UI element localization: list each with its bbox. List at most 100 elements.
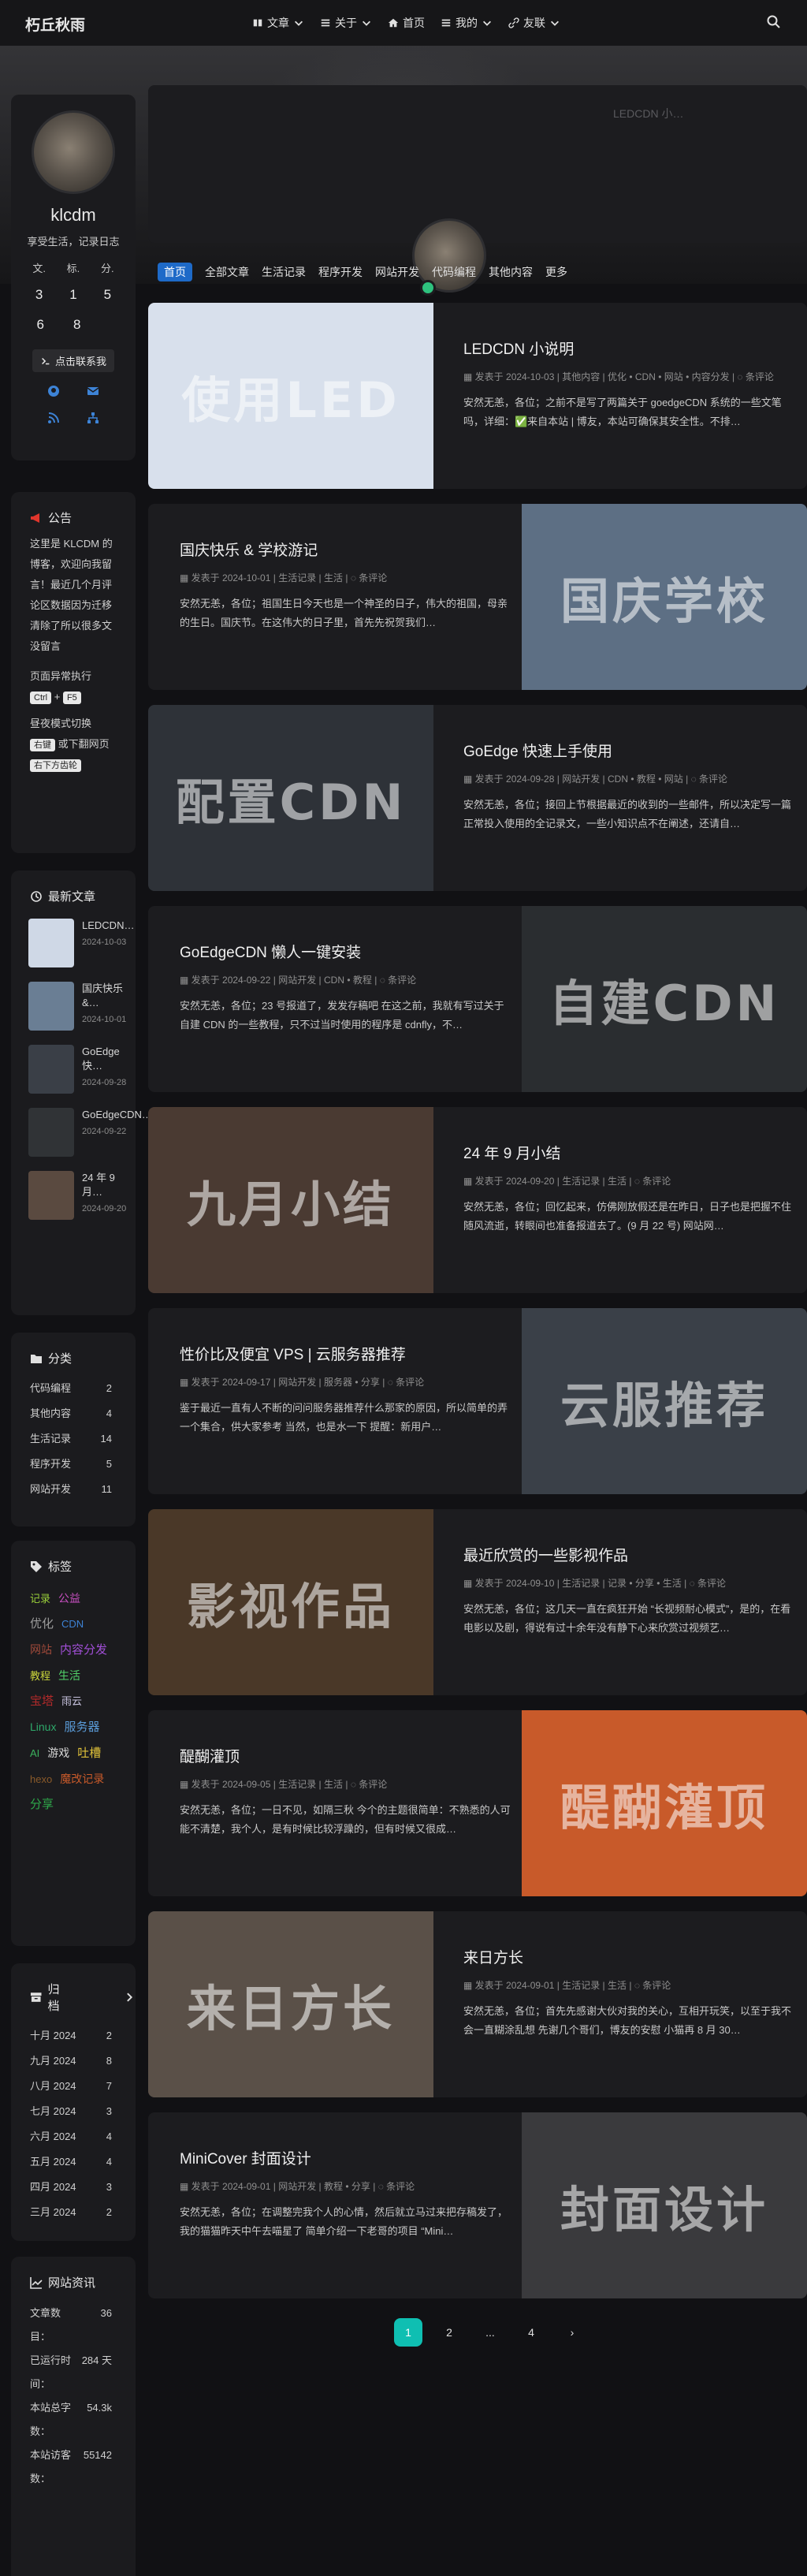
post-cover[interactable]: 影视作品: [148, 1509, 433, 1695]
tag-item[interactable]: 公益: [58, 1592, 80, 1605]
post-tags[interactable]: CDN • 教程 • 网站: [608, 774, 683, 785]
recent-item[interactable]: GoEdge 快… 2024-09-28: [28, 1045, 136, 1094]
post-category[interactable]: 网站开发: [278, 975, 316, 986]
post-title[interactable]: GoEdgeCDN 懒人一键安装: [180, 941, 511, 962]
tag-item[interactable]: CDN: [61, 1618, 84, 1630]
post-title[interactable]: GoEdge 快速上手使用: [463, 740, 794, 761]
tag-item[interactable]: Linux: [30, 1720, 56, 1733]
search-icon[interactable]: [766, 14, 782, 30]
tag-item[interactable]: 教程: [30, 1670, 50, 1682]
menu-home[interactable]: 首页: [388, 15, 425, 31]
archive-item[interactable]: 四月 2024 3: [11, 2175, 136, 2200]
post-tags[interactable]: 教程 • 分享: [324, 2181, 370, 2192]
post-cover[interactable]: 封面设计: [522, 2112, 807, 2298]
post-category[interactable]: 生活记录: [278, 1779, 316, 1790]
recent-item[interactable]: GoEdgeCDN… 2024-09-22: [28, 1108, 152, 1157]
post-category[interactable]: 生活记录: [562, 1176, 600, 1187]
menu-about[interactable]: 关于: [320, 15, 372, 31]
post-category[interactable]: 网站开发: [562, 774, 600, 785]
category-item[interactable]: 生活记录 14: [11, 1426, 136, 1452]
post-cover[interactable]: 云服推荐: [522, 1308, 807, 1494]
post-comments[interactable]: 条评论: [359, 1779, 387, 1790]
post-card[interactable]: 云服推荐 性价比及便宜 VPS | 云服务器推荐 ▦ 发表于 2024-09-17 …: [148, 1308, 807, 1494]
archive-item[interactable]: 五月 2024 4: [11, 2149, 136, 2175]
post-tags[interactable]: 优化 • CDN • 网站 • 内容分发: [608, 371, 730, 382]
post-card[interactable]: 使用LED LEDCDN 小说明 ▦ 发表于 2024-10-03 | 其他内容 |…: [148, 303, 807, 489]
category-item[interactable]: 程序开发 5: [11, 1452, 136, 1477]
archive-item[interactable]: 七月 2024 3: [11, 2099, 136, 2124]
github-icon[interactable]: [47, 385, 60, 397]
chevron-right-icon[interactable]: [124, 1991, 136, 2004]
post-cover[interactable]: 九月小结: [148, 1107, 433, 1293]
archive-item[interactable]: 八月 2024 7: [11, 2074, 136, 2099]
tag-item[interactable]: 雨云: [61, 1695, 82, 1707]
post-category[interactable]: 生活记录: [562, 1980, 600, 1991]
tab-other[interactable]: 其他内容: [489, 264, 533, 280]
page-4[interactable]: 4: [517, 2318, 545, 2347]
post-tags[interactable]: 生活: [324, 572, 343, 583]
post-title[interactable]: LEDCDN 小说明: [463, 337, 794, 359]
post-card[interactable]: 醍醐灌顶 醍醐灌顶 ▦ 发表于 2024-09-05 | 生活记录 | 生活 | ◌…: [148, 1710, 807, 1896]
post-cover[interactable]: 醍醐灌顶: [522, 1710, 807, 1896]
post-cover[interactable]: 使用LED: [148, 303, 433, 489]
tag-item[interactable]: 优化: [30, 1617, 54, 1631]
post-category[interactable]: 生活记录: [562, 1578, 600, 1589]
post-comments[interactable]: 条评论: [697, 1578, 726, 1589]
post-cover[interactable]: 国庆学校: [522, 504, 807, 690]
sitemap-icon[interactable]: [87, 412, 99, 424]
post-comments[interactable]: 条评论: [359, 572, 387, 583]
tag-item[interactable]: 分享: [30, 1798, 54, 1811]
post-comments[interactable]: 条评论: [746, 371, 774, 382]
recent-item[interactable]: 24 年 9 月… 2024-09-20: [28, 1171, 136, 1220]
post-comments[interactable]: 条评论: [642, 1980, 671, 1991]
post-title[interactable]: 国庆快乐 & 学校游记: [180, 539, 511, 560]
post-card[interactable]: 九月小结 24 年 9 月小结 ▦ 发表于 2024-09-20 | 生活记录 | …: [148, 1107, 807, 1293]
tag-item[interactable]: 网站: [30, 1643, 52, 1656]
tab-more[interactable]: 更多: [545, 264, 567, 280]
post-tags[interactable]: 生活: [608, 1176, 627, 1187]
tag-item[interactable]: 宝塔: [30, 1694, 54, 1708]
tag-item[interactable]: 吐槽: [77, 1747, 101, 1760]
post-card[interactable]: 来日方长 来日方长 ▦ 发表于 2024-09-01 | 生活记录 | 生活 | ◌…: [148, 1911, 807, 2097]
post-title[interactable]: MiniCover 封面设计: [180, 2147, 511, 2168]
post-card[interactable]: 国庆学校 国庆快乐 & 学校游记 ▦ 发表于 2024-10-01 | 生活记录 |…: [148, 504, 807, 690]
category-item[interactable]: 其他内容 4: [11, 1401, 136, 1426]
recent-item[interactable]: 国庆快乐 &… 2024-10-01: [28, 982, 136, 1031]
post-tags[interactable]: 生活: [324, 1779, 343, 1790]
tag-item[interactable]: 服务器: [64, 1720, 99, 1734]
tag-item[interactable]: hexo: [30, 1773, 52, 1785]
archive-item[interactable]: 六月 2024 4: [11, 2124, 136, 2149]
archive-item[interactable]: 三月 2024 2: [11, 2200, 136, 2225]
post-card[interactable]: 封面设计 MiniCover 封面设计 ▦ 发表于 2024-09-01 | 网站开…: [148, 2112, 807, 2298]
tab-home[interactable]: 首页: [158, 263, 192, 281]
post-tags[interactable]: 服务器 • 分享: [324, 1377, 380, 1388]
post-category[interactable]: 生活记录: [278, 572, 316, 583]
post-comments[interactable]: 条评论: [642, 1176, 671, 1187]
post-title[interactable]: 来日方长: [463, 1946, 794, 1967]
post-title[interactable]: 最近欣赏的一些影视作品: [463, 1544, 794, 1565]
post-title[interactable]: 24 年 9 月小结: [463, 1142, 794, 1163]
tag-item[interactable]: 生活: [58, 1669, 80, 1682]
post-comments[interactable]: 条评论: [386, 2181, 415, 2192]
post-tags[interactable]: 记录 • 分享 • 生活: [608, 1578, 682, 1589]
tag-item[interactable]: 记录: [30, 1593, 50, 1605]
tag-item[interactable]: 魔改记录: [60, 1773, 104, 1785]
tab-all-articles[interactable]: 全部文章: [205, 264, 249, 280]
email-icon[interactable]: [87, 385, 99, 397]
tab-web[interactable]: 网站开发: [375, 264, 419, 280]
menu-mine[interactable]: 我的: [441, 15, 493, 31]
post-comments[interactable]: 条评论: [699, 774, 727, 785]
page-1[interactable]: 1: [394, 2318, 422, 2347]
post-tags[interactable]: 生活: [608, 1980, 627, 1991]
next-page-button[interactable]: ›: [558, 2318, 586, 2347]
tab-code[interactable]: 代码编程: [432, 264, 476, 280]
post-cover[interactable]: 配置CDN: [148, 705, 433, 891]
post-category[interactable]: 网站开发: [278, 1377, 316, 1388]
contact-button[interactable]: 点击联系我: [32, 349, 114, 372]
post-category[interactable]: 其他内容: [562, 371, 600, 382]
post-title[interactable]: 性价比及便宜 VPS | 云服务器推荐: [180, 1343, 511, 1364]
tag-item[interactable]: 内容分发: [60, 1643, 107, 1657]
recent-item[interactable]: LEDCDN… 2024-10-03: [28, 919, 136, 967]
post-cover[interactable]: 来日方长: [148, 1911, 433, 2097]
tag-item[interactable]: 游戏: [47, 1747, 69, 1759]
